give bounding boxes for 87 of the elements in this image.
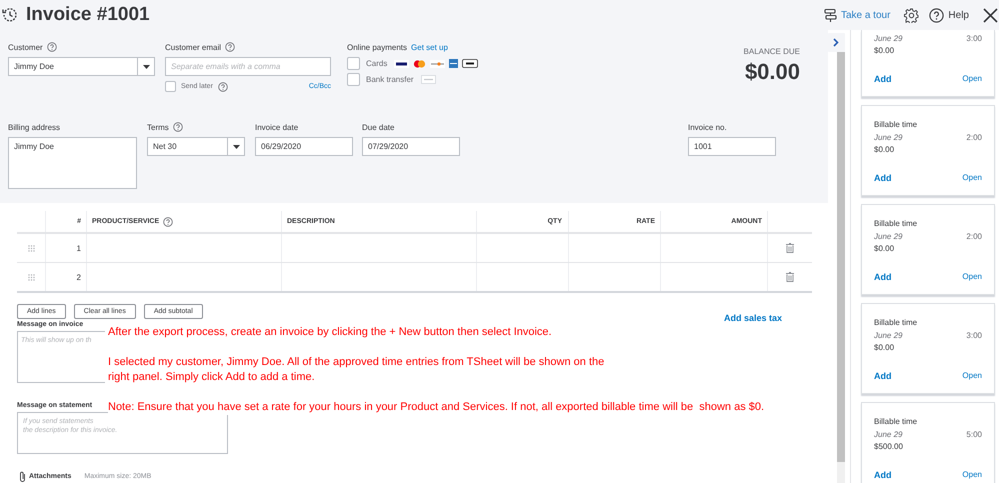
open-link[interactable]: Open xyxy=(962,173,982,183)
customer-dropdown[interactable]: Jimmy Doe xyxy=(8,57,155,76)
page-title: Invoice #1001 xyxy=(26,4,150,26)
card-logo-icon xyxy=(394,60,410,68)
card-amount: $500.00 xyxy=(874,442,904,451)
checkbox-label: Cards xyxy=(366,59,388,68)
annotation-text: I selected my customer, Jimmy Doe. All of the approved time entries from TSheet will be shown on the right panel. Simply click Add to add a time. xyxy=(108,355,604,385)
address-field[interactable]: Jimmy Doe xyxy=(8,137,137,189)
help-icon[interactable] xyxy=(163,216,174,226)
field-label: Invoice date xyxy=(255,122,298,132)
card-duration: 2:00 xyxy=(966,133,982,142)
balance-label: BALANCE DUE xyxy=(744,47,800,56)
history-icon[interactable] xyxy=(2,7,18,23)
card-title: Billable time xyxy=(874,219,918,228)
annotation-text: After the export process, create an invoice by clicking the + New button then select Invoice. xyxy=(108,325,552,340)
caret-icon xyxy=(232,144,240,148)
field-label: Invoice no. xyxy=(688,122,727,132)
help-icon[interactable] xyxy=(225,42,236,52)
add-link[interactable]: Add xyxy=(874,371,892,381)
help-icon[interactable] xyxy=(46,42,57,52)
checkbox[interactable] xyxy=(347,57,360,70)
card-date: June 29 xyxy=(874,232,902,241)
checkbox[interactable] xyxy=(347,73,360,86)
field-label: Billing address xyxy=(8,122,60,132)
card-logo-icon xyxy=(430,60,446,68)
section-label: Online payments xyxy=(347,42,408,52)
date-field[interactable]: 06/29/2020 xyxy=(255,137,353,156)
card-logo-icon xyxy=(413,60,426,68)
card-date: June 29 xyxy=(874,34,902,43)
field-label: Customer email xyxy=(165,42,222,52)
add-link[interactable]: Add xyxy=(874,272,892,282)
card-date: June 29 xyxy=(874,430,902,439)
settings-icon[interactable] xyxy=(904,8,920,22)
close-icon[interactable] xyxy=(983,8,998,22)
add-link[interactable]: Add xyxy=(874,173,892,183)
card-date: June 29 xyxy=(874,133,902,142)
card-duration: 5:00 xyxy=(966,430,982,439)
setup-link[interactable]: Get set up xyxy=(411,42,448,52)
help-button[interactable]: Help xyxy=(929,8,969,22)
open-link[interactable]: Open xyxy=(962,272,982,282)
open-link[interactable]: Open xyxy=(962,371,982,381)
help-icon[interactable] xyxy=(172,122,183,132)
add-link[interactable]: Add xyxy=(874,74,892,84)
open-link[interactable]: Open xyxy=(962,74,982,84)
add-link[interactable]: Add xyxy=(874,470,892,480)
tour-link[interactable]: Take a tour xyxy=(824,8,890,22)
bank-logo-icon xyxy=(420,75,436,84)
card-duration: 3:00 xyxy=(966,331,982,340)
card-amount: $0.00 xyxy=(874,343,896,352)
chevron-icon xyxy=(833,38,839,47)
scrollbar[interactable] xyxy=(837,52,845,462)
card-duration: 2:00 xyxy=(966,232,982,241)
card-amount: $0.00 xyxy=(874,46,896,55)
date-field[interactable]: 07/29/2020 xyxy=(362,137,460,156)
card-logo-icon xyxy=(449,59,458,68)
card-amount: $0.00 xyxy=(874,244,896,253)
help-icon xyxy=(929,8,944,22)
annotation-text: Note: Ensure that you have set a rate for your hours in your Product and Services. If not, all exported billable time will be shown as $0. xyxy=(108,400,764,415)
sales-tax-link[interactable]: Add sales tax xyxy=(724,313,782,323)
drag-handle-icon[interactable] xyxy=(28,244,34,252)
line-number: 1 xyxy=(76,244,81,252)
card-title: Billable time xyxy=(874,318,918,327)
checkbox-label: Bank transfer xyxy=(366,75,414,84)
paperclip-icon xyxy=(19,471,26,482)
card-title: Billable time xyxy=(874,417,918,426)
drag-handle-icon[interactable] xyxy=(28,274,34,280)
balance-amount: $0.00 xyxy=(744,59,800,85)
card-duration: 3:00 xyxy=(966,34,982,43)
invoice-number-field[interactable]: 1001 xyxy=(688,137,776,156)
signpost-icon xyxy=(824,8,837,22)
checkbox[interactable] xyxy=(165,81,176,92)
collapse-button[interactable] xyxy=(828,33,844,52)
caret-icon xyxy=(142,64,150,68)
open-link[interactable]: Open xyxy=(962,470,982,480)
terms-dropdown[interactable]: Net 30 xyxy=(147,137,245,156)
help-icon[interactable] xyxy=(218,82,228,92)
field-label: Terms xyxy=(147,122,169,132)
card-logo-icon xyxy=(462,59,478,68)
email-field[interactable]: Separate emails with a comma xyxy=(165,57,331,76)
trash-icon[interactable] xyxy=(786,243,794,253)
card-amount: $0.00 xyxy=(874,145,896,154)
line-number: 2 xyxy=(76,272,81,282)
trash-icon[interactable] xyxy=(786,272,794,282)
card-title: Billable time xyxy=(874,120,918,129)
field-label: Due date xyxy=(362,122,394,132)
field-label: Customer xyxy=(8,42,43,52)
card-date: June 29 xyxy=(874,331,902,340)
